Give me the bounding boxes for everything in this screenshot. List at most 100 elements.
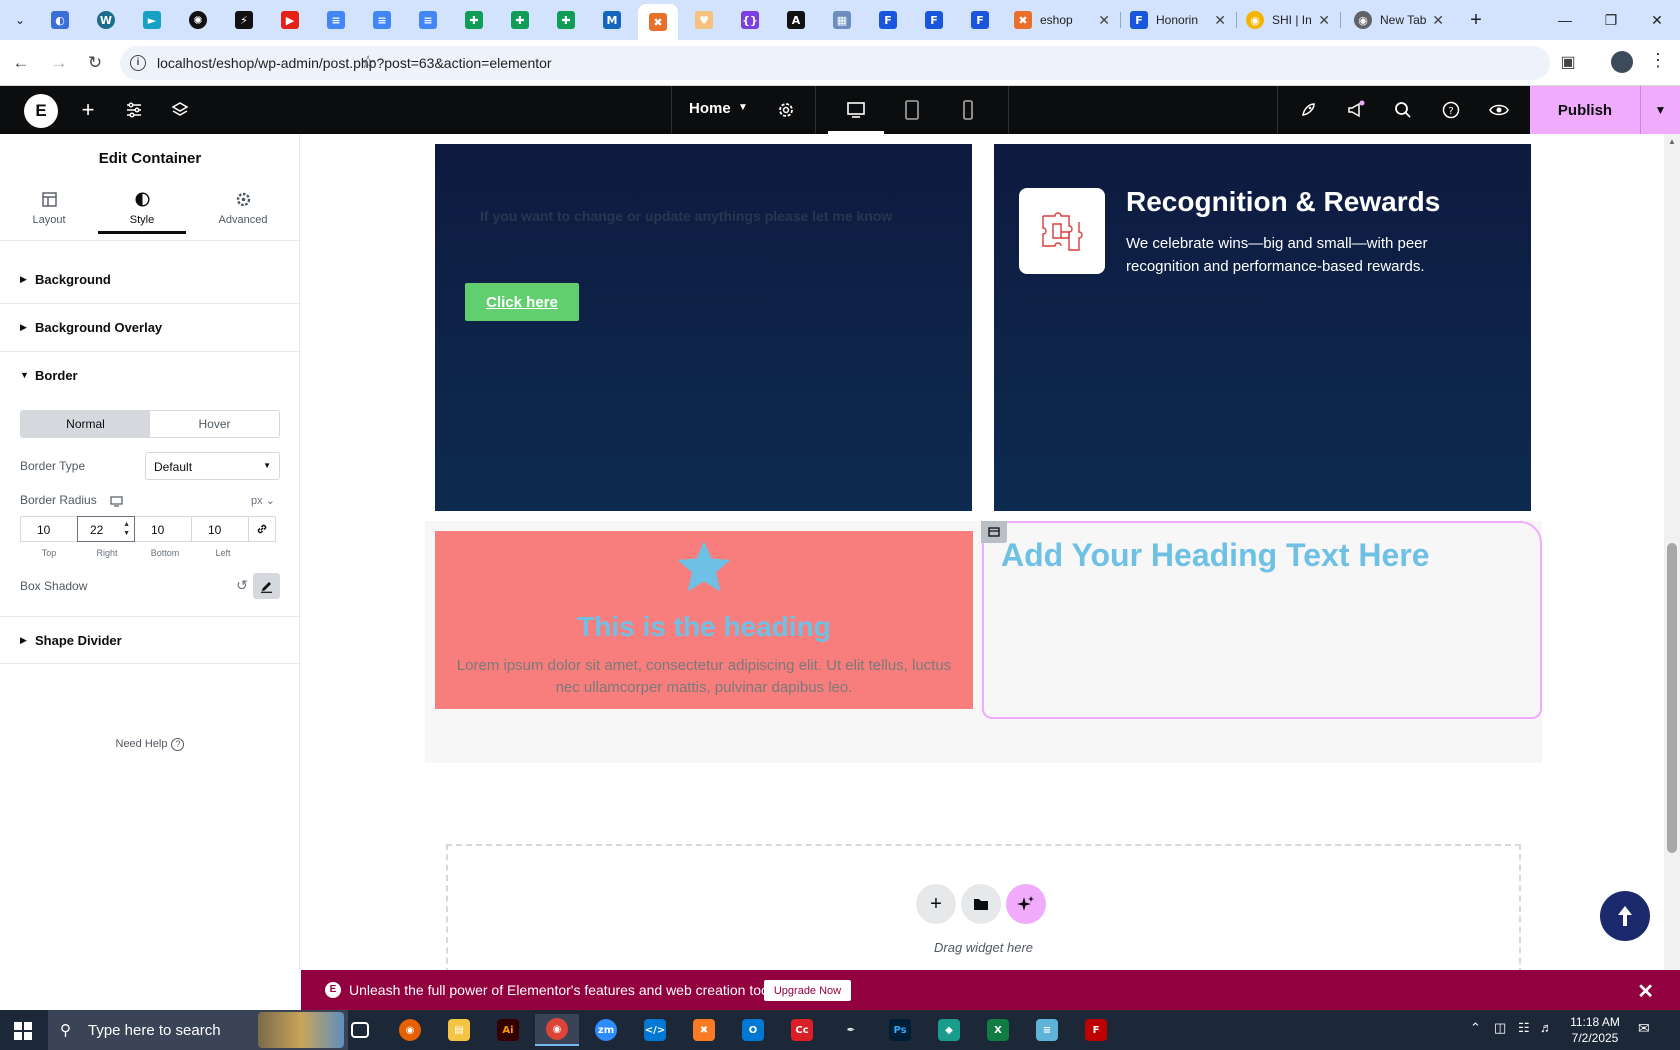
structure-layers-icon[interactable]: [168, 98, 192, 122]
pinned-tab[interactable]: W: [86, 6, 126, 34]
browser-tab[interactable]: ◉ New Tab ✕: [1346, 6, 1452, 34]
chrome-icon[interactable]: ◉: [535, 1014, 579, 1046]
state-hover-button[interactable]: Hover: [150, 411, 279, 437]
extensions-puzzle-icon[interactable]: ▣: [1556, 50, 1580, 74]
pinned-tab[interactable]: ♥: [684, 6, 724, 34]
mobile-device-icon[interactable]: [956, 98, 980, 122]
section-background[interactable]: ▶ Background: [0, 256, 300, 304]
ai-sparkle-icon[interactable]: [1006, 884, 1046, 924]
add-section-plus-icon[interactable]: +: [916, 884, 956, 924]
navy-container-left[interactable]: If you want to change or update anything…: [435, 144, 972, 511]
puzzle-icon-box[interactable]: [1019, 188, 1105, 274]
publish-options-chevron-icon[interactable]: ▼: [1640, 86, 1680, 134]
volume-icon[interactable]: ♬: [1540, 1020, 1553, 1035]
need-help-link[interactable]: Need Help?: [0, 738, 300, 751]
profile-avatar[interactable]: [1611, 51, 1633, 73]
pinned-tab-active[interactable]: ✖: [638, 4, 678, 40]
recognition-heading[interactable]: Recognition & Rewards: [1126, 186, 1440, 218]
xampp-icon[interactable]: ✖: [682, 1014, 726, 1046]
new-tab-button[interactable]: +: [1464, 8, 1488, 32]
border-type-select[interactable]: Default ▼: [145, 452, 280, 480]
pinned-tab[interactable]: ✺: [178, 6, 218, 34]
edit-pencil-icon[interactable]: [253, 573, 280, 599]
page-settings-gear-icon[interactable]: [774, 98, 798, 122]
pinned-tab[interactable]: F: [914, 6, 954, 34]
pinned-tab[interactable]: ✚: [546, 6, 586, 34]
pinned-tab[interactable]: F: [960, 6, 1000, 34]
click-here-button[interactable]: Click here: [465, 283, 579, 321]
pinned-tab[interactable]: ▦: [822, 6, 862, 34]
browser-tab[interactable]: F Honorin ✕: [1122, 6, 1234, 34]
page-selector[interactable]: Home: [689, 100, 731, 117]
minimize-icon[interactable]: —: [1542, 0, 1588, 40]
template-folder-icon[interactable]: [961, 884, 1001, 924]
pen-tool-icon[interactable]: ✒: [829, 1014, 873, 1046]
add-element-icon[interactable]: +: [76, 97, 100, 122]
tablet-device-icon[interactable]: [900, 98, 924, 122]
forward-icon[interactable]: →: [46, 50, 72, 76]
unit-selector[interactable]: px ⌄: [251, 494, 275, 507]
scroll-to-top-arrow-icon[interactable]: [1600, 891, 1650, 941]
tab-search-chevron-icon[interactable]: ⌄: [8, 8, 32, 32]
reload-icon[interactable]: ↻: [82, 50, 108, 76]
recognition-text[interactable]: We celebrate wins—big and small—with pee…: [1126, 232, 1456, 278]
close-banner-icon[interactable]: ✕: [1637, 979, 1654, 1004]
tab-layout[interactable]: Layout: [5, 192, 93, 234]
pinned-tab[interactable]: ≡: [362, 6, 402, 34]
tab-close-icon[interactable]: ✕: [1098, 12, 1110, 29]
scrollbar-thumb[interactable]: [1667, 543, 1677, 853]
pinned-tab[interactable]: ✚: [454, 6, 494, 34]
radius-bottom-input[interactable]: 10: [134, 516, 192, 542]
rocket-icon[interactable]: [1296, 98, 1320, 122]
show-hidden-icons-icon[interactable]: ⌃: [1470, 1020, 1481, 1036]
radius-right-input[interactable]: 22 ▲ ▼: [77, 516, 135, 542]
publish-button[interactable]: Publish: [1530, 86, 1640, 134]
restore-icon[interactable]: ❐: [1588, 0, 1634, 40]
browser-tab[interactable]: ✖ eshop ✕: [1006, 6, 1118, 34]
upgrade-now-button[interactable]: Upgrade Now: [764, 980, 851, 1001]
task-view-icon[interactable]: [338, 1014, 382, 1046]
pinned-tab[interactable]: ◐: [40, 6, 80, 34]
firefox-icon[interactable]: ◉: [388, 1014, 432, 1046]
tab-close-icon[interactable]: ✕: [1318, 12, 1330, 29]
preview-eye-icon[interactable]: [1487, 98, 1511, 122]
taskbar-search-box[interactable]: ⚲ Type here to search: [48, 1010, 348, 1050]
address-bar[interactable]: i localhost/eshop/wp-admin/post.php?post…: [120, 46, 1550, 80]
scroll-up-arrow-icon[interactable]: ▲: [1667, 137, 1677, 147]
browser-tab[interactable]: ◉ SHI | Inf ✕: [1238, 6, 1338, 34]
pinned-tab[interactable]: M: [592, 6, 632, 34]
notepad-icon[interactable]: ≡: [1025, 1014, 1069, 1046]
filezilla-icon[interactable]: F: [1074, 1014, 1118, 1046]
pinned-tab[interactable]: ►: [132, 6, 172, 34]
vscode-icon[interactable]: </>: [633, 1014, 677, 1046]
tab-advanced[interactable]: Advanced: [199, 192, 287, 234]
pinned-tab[interactable]: {}: [730, 6, 770, 34]
faded-text[interactable]: If you want to change or update anything…: [480, 208, 892, 224]
pinned-tab[interactable]: A: [776, 6, 816, 34]
section-border[interactable]: ▼ Border: [0, 352, 300, 400]
tab-close-icon[interactable]: ✕: [1214, 12, 1226, 29]
outlook-icon[interactable]: O: [731, 1014, 775, 1046]
chevron-down-icon[interactable]: ▼: [738, 102, 748, 113]
state-normal-button[interactable]: Normal: [21, 411, 150, 437]
responsive-desktop-icon[interactable]: [110, 494, 123, 512]
pink-icon-box[interactable]: This is the heading Lorem ipsum dolor si…: [435, 531, 973, 709]
pinned-tab[interactable]: ≡: [316, 6, 356, 34]
creative-cloud-icon[interactable]: Cc: [780, 1014, 824, 1046]
site-info-icon[interactable]: i: [130, 55, 146, 71]
whats-new-megaphone-icon[interactable]: [1344, 98, 1368, 122]
notifications-icon[interactable]: ✉: [1638, 1020, 1660, 1040]
pinned-tab[interactable]: ⚡: [224, 6, 264, 34]
close-window-icon[interactable]: ✕: [1634, 0, 1680, 40]
spinner-arrows-icon[interactable]: ▲ ▼: [123, 520, 130, 538]
radius-left-input[interactable]: 10: [191, 516, 249, 542]
photoshop-icon[interactable]: Ps: [878, 1014, 922, 1046]
zoom-icon[interactable]: zm: [584, 1014, 628, 1046]
excel-icon[interactable]: X: [976, 1014, 1020, 1046]
tab-close-icon[interactable]: ✕: [1432, 12, 1444, 29]
network-device-icon[interactable]: ◫: [1494, 1020, 1506, 1036]
site-settings-sliders-icon[interactable]: [122, 98, 146, 122]
app-icon[interactable]: ◆: [927, 1014, 971, 1046]
pinned-tab[interactable]: F: [868, 6, 908, 34]
radius-top-input[interactable]: 10: [20, 516, 78, 542]
